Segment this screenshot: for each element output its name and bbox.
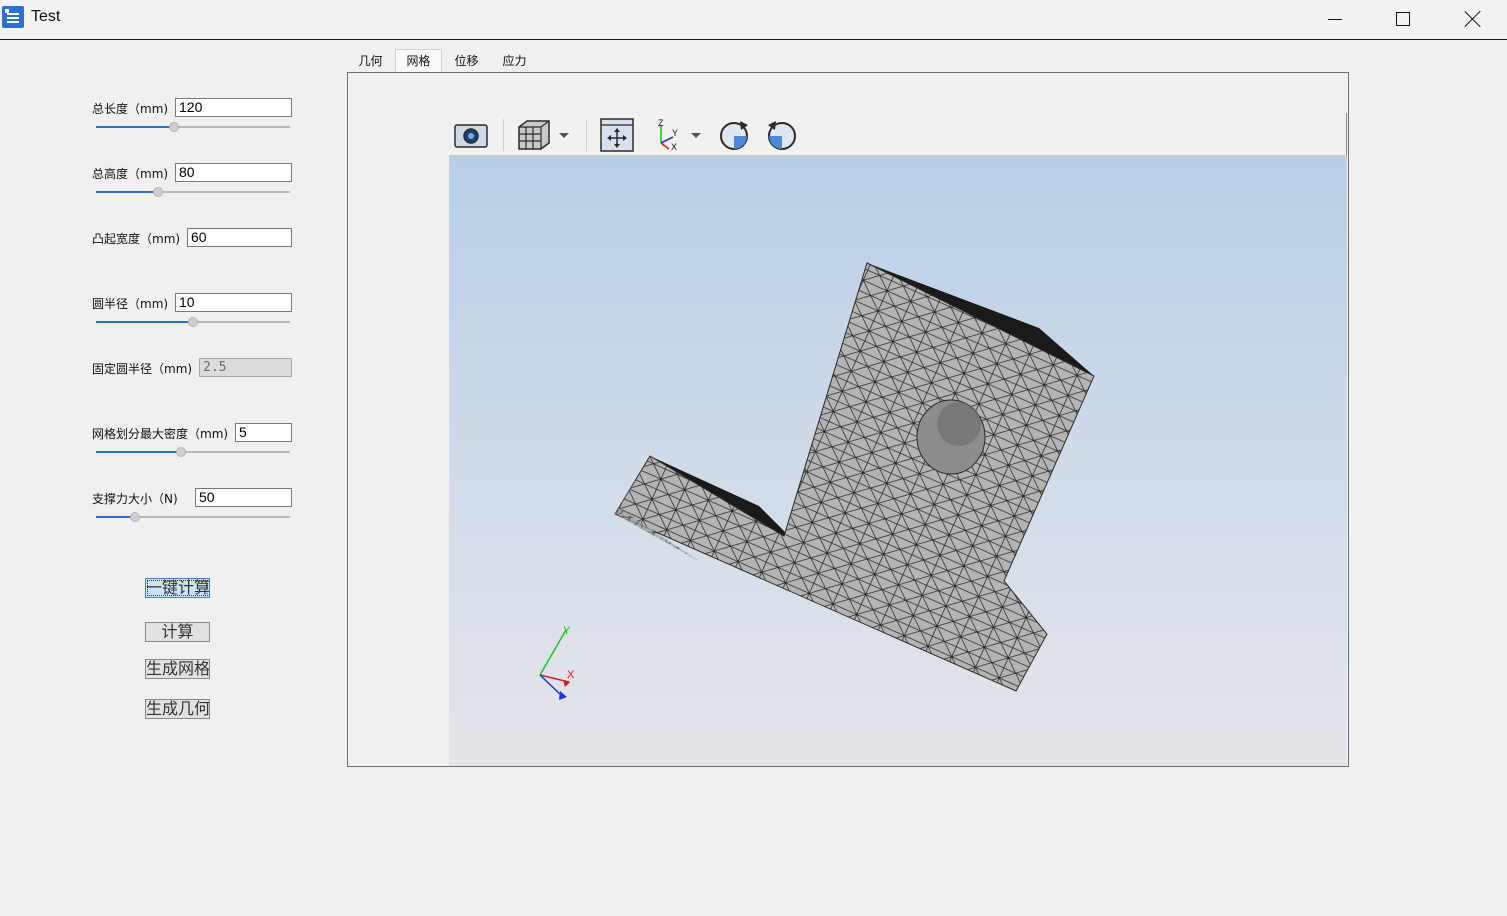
rotate-ccw-icon xyxy=(768,121,796,150)
tab-displacement[interactable]: 位移 xyxy=(443,50,490,73)
axes-view-button[interactable]: Z Y X xyxy=(649,117,685,153)
axis-y-label: Y xyxy=(563,625,571,637)
fit-view-icon xyxy=(600,118,634,152)
axis-z-label: Z xyxy=(658,118,664,128)
title-bar: Test xyxy=(0,0,1507,40)
toolbar-axis-y-label: Y xyxy=(672,128,678,138)
chevron-down-icon xyxy=(691,133,701,138)
camera-icon xyxy=(454,124,488,148)
fit-view-button[interactable] xyxy=(599,117,635,153)
axes-dropdown[interactable] xyxy=(685,117,705,153)
mesh-density-slider[interactable] xyxy=(96,447,290,457)
total-height-input[interactable]: 80 xyxy=(175,163,292,182)
axes-icon: Z Y X xyxy=(658,118,678,152)
total-length-slider[interactable] xyxy=(96,122,290,132)
circle-radius-label: 圆半径（mm) xyxy=(92,297,169,311)
rotate-cw-icon xyxy=(720,121,748,150)
maximize-button[interactable] xyxy=(1368,0,1438,38)
close-button[interactable] xyxy=(1438,0,1507,38)
circle-radius-slider[interactable] xyxy=(96,317,290,327)
minimize-icon xyxy=(1328,18,1342,20)
mesh-density-label: 网格划分最大密度（mm) xyxy=(92,427,229,441)
total-length-label: 总长度（mm) xyxy=(92,102,169,116)
app-icon xyxy=(2,6,24,28)
chevron-down-icon xyxy=(559,133,569,138)
tab-mesh[interactable]: 网格 xyxy=(395,49,442,73)
fixed-radius-label: 固定圆半径（mm) xyxy=(92,362,193,376)
tab-stress[interactable]: 应力 xyxy=(491,50,538,73)
total-height-label: 总高度（mm) xyxy=(92,167,169,181)
support-force-input[interactable]: 50 xyxy=(195,488,292,507)
viewer-toolbar: Z Y X xyxy=(449,113,1347,156)
mesh-model: Y X xyxy=(539,262,1095,700)
total-length-input[interactable]: 120 xyxy=(175,98,292,117)
minimize-button[interactable] xyxy=(1300,0,1370,38)
compute-button[interactable]: 计算 xyxy=(145,622,210,642)
cube-view-icon xyxy=(518,120,550,150)
screenshot-button[interactable] xyxy=(453,117,489,153)
axes-triad: Y X xyxy=(539,625,575,700)
circle-radius-input[interactable]: 10 xyxy=(175,293,292,312)
toolbar-axis-x-label: X xyxy=(671,142,677,152)
total-height-slider[interactable] xyxy=(96,187,290,197)
support-force-slider[interactable] xyxy=(96,512,290,522)
render-viewport[interactable]: Y X xyxy=(449,156,1347,766)
boss-width-input[interactable]: 60 xyxy=(187,228,292,247)
window-title: Test xyxy=(31,8,61,25)
view-dropdown[interactable] xyxy=(553,117,573,153)
rotate-cw-button[interactable] xyxy=(716,117,752,153)
generate-geometry-button[interactable]: 生成几何 xyxy=(145,699,210,719)
fixed-radius-input: 2.5 xyxy=(199,358,292,377)
close-icon xyxy=(1464,10,1482,28)
boss-width-label: 凸起宽度（mm) xyxy=(92,232,181,246)
mesh-density-input[interactable]: 5 xyxy=(235,423,292,442)
support-force-label: 支撑力大小（N) xyxy=(92,492,178,506)
tab-geometry[interactable]: 几何 xyxy=(347,50,394,73)
axis-x-label: X xyxy=(567,669,575,681)
maximize-icon xyxy=(1396,12,1410,26)
view-cube-button[interactable] xyxy=(515,117,551,153)
generate-mesh-button[interactable]: 生成网格 xyxy=(145,659,210,679)
rotate-ccw-button[interactable] xyxy=(764,117,800,153)
one-click-compute-button[interactable]: 一键计算 xyxy=(145,578,210,598)
